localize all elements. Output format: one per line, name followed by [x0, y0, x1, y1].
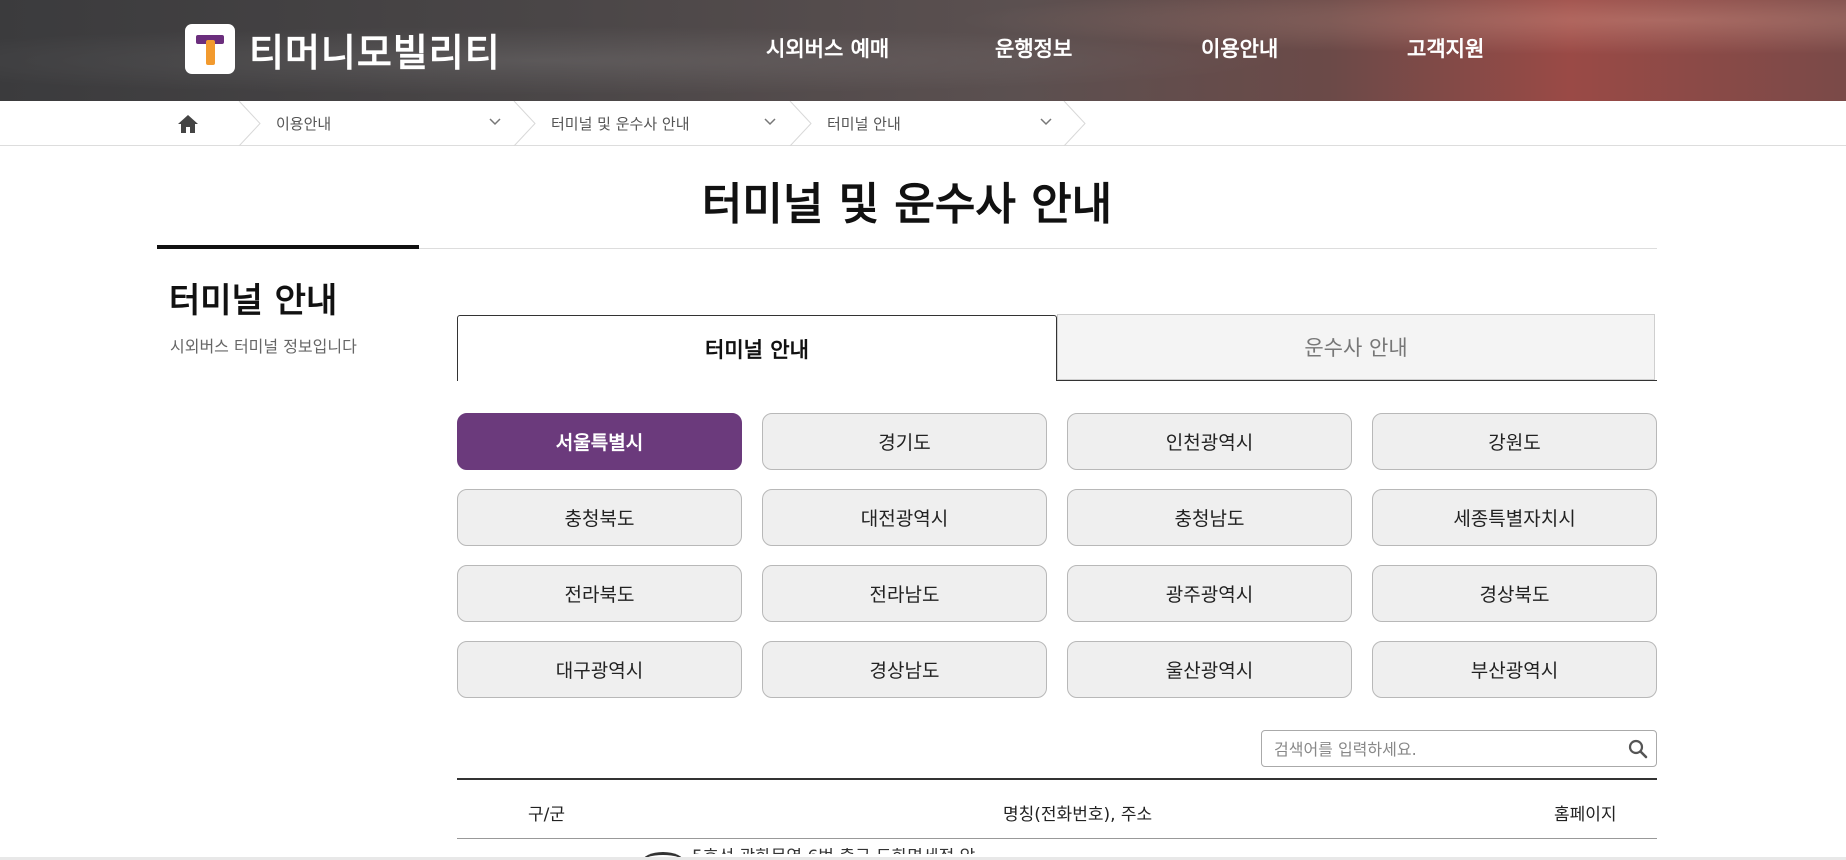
- breadcrumb-separator: [238, 101, 261, 146]
- region-button-daejeon[interactable]: 대전광역시: [762, 489, 1047, 546]
- region-button-gangwon[interactable]: 강원도: [1372, 413, 1657, 470]
- breadcrumb-separator: [1063, 101, 1086, 146]
- site-logo[interactable]: 티머니모빌리티: [185, 24, 501, 75]
- site-header: 티머니모빌리티 시외버스 예매 운행정보 이용안내 고객지원: [0, 0, 1846, 101]
- breadcrumb-label: 이용안내: [276, 115, 332, 133]
- logo-t-icon: [185, 24, 235, 74]
- chevron-down-icon: [489, 118, 501, 126]
- table-header: 구/군 명칭(전화번호), 주소 홈페이지: [457, 778, 1657, 839]
- region-button-ulsan[interactable]: 울산광역시: [1067, 641, 1352, 698]
- search-input[interactable]: [1274, 736, 1614, 762]
- region-button-seoul[interactable]: 서울특별시: [457, 413, 742, 470]
- section-description: 시외버스 터미널 정보입니다: [170, 337, 357, 356]
- region-button-jeonnam[interactable]: 전라남도: [762, 565, 1047, 622]
- region-button-jeonbuk[interactable]: 전라북도: [457, 565, 742, 622]
- breadcrumb-label: 터미널 안내: [827, 115, 901, 133]
- breadcrumb-label: 터미널 및 운수사 안내: [551, 115, 690, 133]
- nav-item-customer-support[interactable]: 고객지원: [1407, 33, 1484, 63]
- region-button-gyeongnam[interactable]: 경상남도: [762, 641, 1047, 698]
- breadcrumb-separator: [789, 101, 812, 146]
- page-title: 터미널 및 운수사 안내: [701, 179, 1113, 230]
- tab-underline: [1057, 380, 1657, 381]
- breadcrumb: 이용안내 터미널 및 운수사 안내 터미널 안내: [0, 101, 1846, 146]
- nav-item-operation-info[interactable]: 운행정보: [995, 33, 1072, 63]
- tab-terminal-guide[interactable]: 터미널 안내: [457, 315, 1057, 381]
- column-header-district: 구/군: [528, 805, 566, 825]
- region-button-gyeonggi[interactable]: 경기도: [762, 413, 1047, 470]
- tab-carrier-guide[interactable]: 운수사 안내: [1057, 314, 1655, 380]
- column-header-homepage: 홈페이지: [1554, 805, 1617, 825]
- table-row-partial-text: 5호선 광화문역 6번 출구 도화면세점 앞: [692, 848, 975, 854]
- region-button-incheon[interactable]: 인천광역시: [1067, 413, 1352, 470]
- region-button-chungnam[interactable]: 충청남도: [1067, 489, 1352, 546]
- region-button-busan[interactable]: 부산광역시: [1372, 641, 1657, 698]
- breadcrumb-item-usage-guide[interactable]: 이용안내: [276, 101, 506, 146]
- region-button-sejong[interactable]: 세종특별자치시: [1372, 489, 1657, 546]
- search-icon[interactable]: [1628, 739, 1648, 759]
- breadcrumb-item-terminal-carrier[interactable]: 터미널 및 운수사 안내: [551, 101, 781, 146]
- region-button-daegu[interactable]: 대구광역시: [457, 641, 742, 698]
- nav-item-booking[interactable]: 시외버스 예매: [766, 33, 889, 63]
- nav-item-usage-guide[interactable]: 이용안내: [1201, 33, 1278, 63]
- breadcrumb-separator: [513, 101, 536, 146]
- section-title: 터미널 안내: [169, 281, 338, 321]
- region-button-chungbuk[interactable]: 충청북도: [457, 489, 742, 546]
- chevron-down-icon: [764, 118, 776, 126]
- breadcrumb-item-terminal-guide[interactable]: 터미널 안내: [827, 101, 1057, 146]
- title-divider-accent: [157, 245, 419, 249]
- logo-text: 티머니모빌리티: [249, 30, 501, 75]
- search-box: [1261, 730, 1657, 767]
- chevron-down-icon: [1040, 118, 1052, 126]
- region-button-gwangju[interactable]: 광주광역시: [1067, 565, 1352, 622]
- region-button-gyeongbuk[interactable]: 경상북도: [1372, 565, 1657, 622]
- column-header-name-address: 명칭(전화번호), 주소: [1003, 805, 1153, 825]
- home-icon[interactable]: [176, 113, 200, 135]
